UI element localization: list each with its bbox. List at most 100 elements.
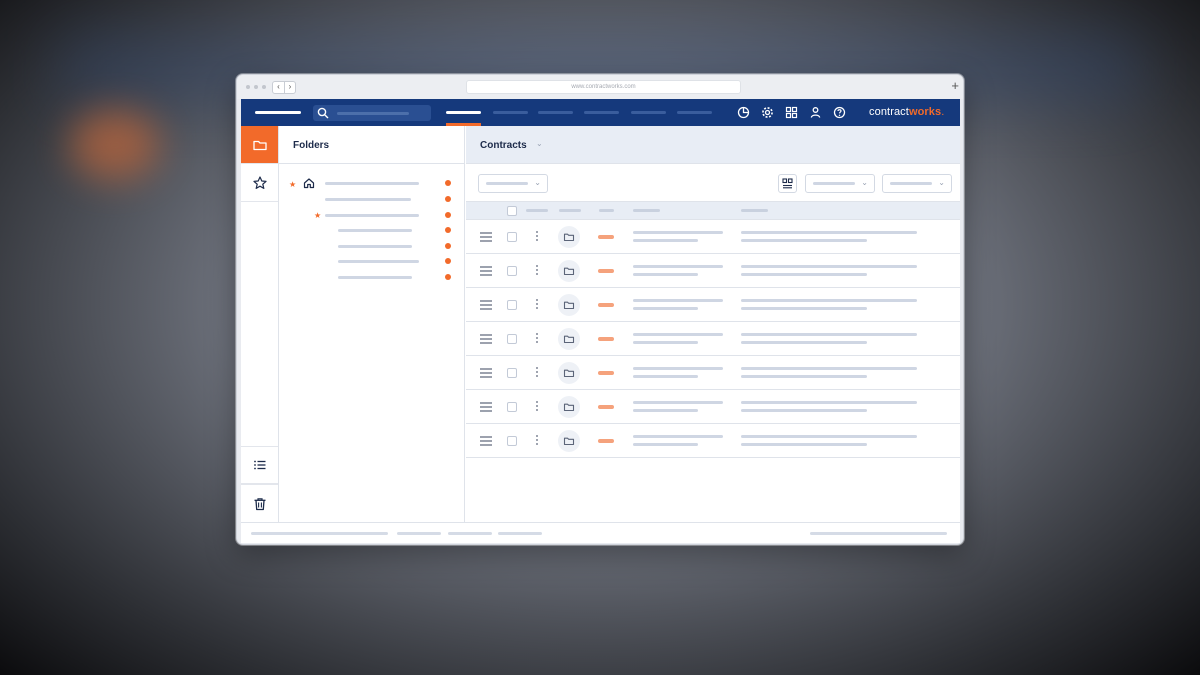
gear-icon[interactable] (760, 105, 775, 120)
cell-placeholder (741, 443, 867, 446)
row-checkbox[interactable] (507, 368, 517, 378)
row-folder-badge (558, 430, 580, 452)
cell-placeholder (633, 367, 723, 370)
forward-button[interactable]: › (284, 82, 295, 93)
cell-placeholder (741, 299, 917, 302)
grid-view-icon (782, 178, 793, 189)
folder-tree-item[interactable] (279, 194, 464, 204)
background-blur (70, 110, 160, 180)
drag-handle-icon[interactable] (480, 266, 492, 276)
brand-name-part1: contract (869, 106, 909, 118)
folder-icon (563, 335, 575, 344)
nav-tab-3[interactable] (538, 111, 573, 114)
app: contractworks. Folders ★ ★ Contracts ⌄ ⌄… (241, 99, 960, 543)
columns-dropdown[interactable]: ⌄ (882, 174, 952, 193)
drag-handle-icon[interactable] (480, 368, 492, 378)
nav-tab-5[interactable] (631, 111, 666, 114)
chevron-down-icon: ⌄ (534, 178, 541, 187)
more-options-icon[interactable] (535, 366, 539, 378)
new-tab-button[interactable]: + (951, 78, 959, 94)
chevron-down-icon[interactable]: ⌄ (536, 139, 543, 148)
column-header[interactable] (559, 209, 581, 212)
table-row[interactable] (466, 390, 960, 424)
help-icon[interactable] (832, 105, 847, 120)
clock-pie-icon[interactable] (736, 105, 751, 120)
window-controls[interactable] (246, 85, 266, 89)
contracts-title[interactable]: Contracts (480, 140, 527, 151)
nav-tab-6[interactable] (677, 111, 712, 114)
cell-placeholder (741, 375, 867, 378)
cell-placeholder (741, 435, 917, 438)
contracts-header: Contracts ⌄ (466, 126, 960, 164)
more-options-icon[interactable] (535, 264, 539, 276)
rail-item-trash[interactable] (241, 484, 278, 522)
column-header[interactable] (741, 209, 768, 212)
sort-dropdown[interactable]: ⌄ (805, 174, 875, 193)
table-row[interactable] (466, 254, 960, 288)
row-folder-badge (558, 362, 580, 384)
more-options-icon[interactable] (535, 332, 539, 344)
table-row[interactable] (466, 322, 960, 356)
folder-tree-item[interactable] (279, 272, 464, 282)
status-badge (598, 371, 614, 375)
cell-placeholder (633, 299, 723, 302)
column-header[interactable] (599, 209, 614, 212)
user-icon[interactable] (808, 105, 823, 120)
status-badge (598, 269, 614, 273)
nav-menu-placeholder[interactable] (255, 111, 301, 114)
table-row[interactable] (466, 356, 960, 390)
cell-placeholder (741, 409, 867, 412)
row-checkbox[interactable] (507, 232, 517, 242)
drag-handle-icon[interactable] (480, 232, 492, 242)
row-checkbox[interactable] (507, 300, 517, 310)
filter-dropdown[interactable]: ⌄ (478, 174, 548, 193)
rail-item-folders[interactable] (241, 126, 278, 164)
more-options-icon[interactable] (535, 434, 539, 446)
select-all-checkbox[interactable] (507, 206, 517, 216)
folder-tree-item[interactable] (279, 178, 464, 188)
rail-item-list[interactable] (241, 446, 278, 484)
table-row[interactable] (466, 220, 960, 254)
more-options-icon[interactable] (535, 298, 539, 310)
more-options-icon[interactable] (535, 400, 539, 412)
drag-handle-icon[interactable] (480, 402, 492, 412)
top-nav: contractworks. (241, 99, 960, 126)
table-row[interactable] (466, 288, 960, 322)
folder-tree-item[interactable] (279, 210, 464, 220)
more-options-icon[interactable] (535, 230, 539, 242)
brand-logo[interactable]: contractworks. (869, 106, 944, 118)
address-bar[interactable]: www.contractworks.com (466, 80, 741, 94)
nav-tab-2[interactable] (493, 111, 528, 114)
table-row[interactable] (466, 424, 960, 458)
row-checkbox[interactable] (507, 266, 517, 276)
cell-placeholder (633, 273, 698, 276)
back-button[interactable]: ‹ (273, 82, 284, 93)
grid-apps-icon[interactable] (784, 105, 799, 120)
folder-tree-item[interactable] (279, 241, 464, 251)
cell-placeholder (633, 265, 723, 268)
cell-placeholder (633, 443, 698, 446)
folder-tree-item[interactable] (279, 256, 464, 266)
cell-placeholder (741, 307, 867, 310)
cell-placeholder (633, 409, 698, 412)
column-header[interactable] (633, 209, 660, 212)
folders-title: Folders (293, 140, 330, 151)
status-badge (598, 337, 614, 341)
nav-tab-4[interactable] (584, 111, 619, 114)
folder-icon (563, 403, 575, 412)
brand-dot: . (941, 106, 945, 118)
drag-handle-icon[interactable] (480, 334, 492, 344)
search-input[interactable] (313, 105, 431, 121)
row-checkbox[interactable] (507, 436, 517, 446)
drag-handle-icon[interactable] (480, 436, 492, 446)
nav-tab-1[interactable] (446, 111, 481, 114)
column-header[interactable] (526, 209, 548, 212)
row-folder-badge (558, 294, 580, 316)
folder-tree-item[interactable] (279, 225, 464, 235)
view-toggle-button[interactable] (778, 174, 797, 193)
row-checkbox[interactable] (507, 334, 517, 344)
folders-header: Folders (279, 126, 464, 164)
rail-item-favorites[interactable] (241, 164, 278, 202)
drag-handle-icon[interactable] (480, 300, 492, 310)
row-checkbox[interactable] (507, 402, 517, 412)
